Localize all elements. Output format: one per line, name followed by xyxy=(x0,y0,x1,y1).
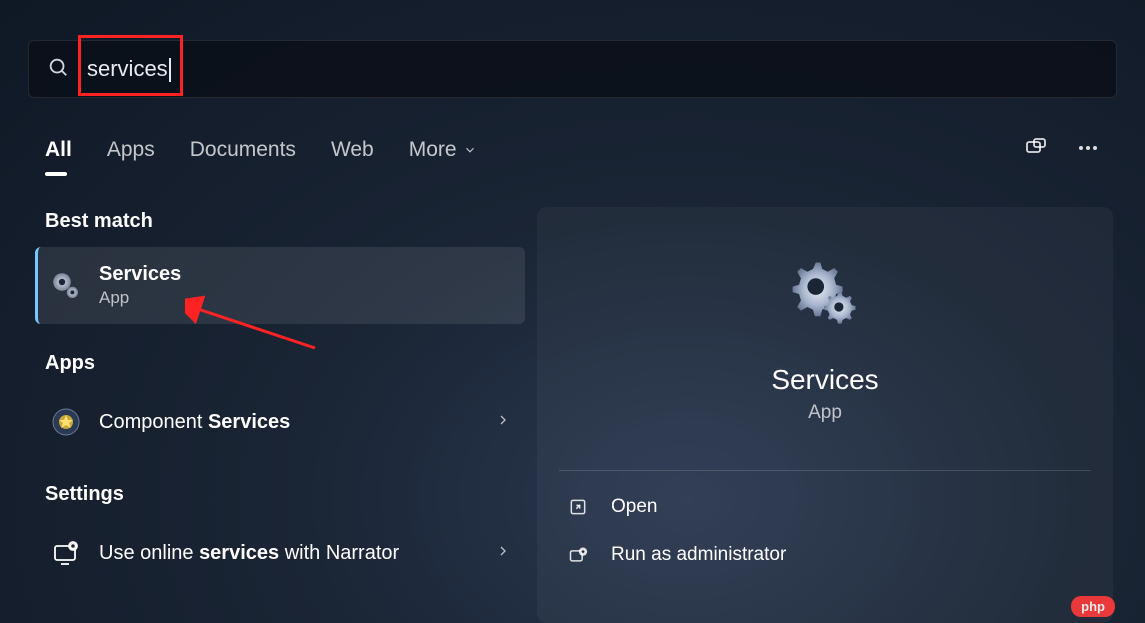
result-title: Use online services with Narrator xyxy=(99,542,495,565)
more-options-icon[interactable] xyxy=(1076,136,1100,165)
component-services-icon xyxy=(49,405,83,439)
action-label: Run as administrator xyxy=(611,544,786,566)
tab-more[interactable]: More xyxy=(409,130,477,170)
action-label: Open xyxy=(611,496,657,518)
action-run-as-admin[interactable]: Run as administrator xyxy=(559,531,1091,579)
preview-title: Services xyxy=(771,364,878,396)
gear-icon xyxy=(49,269,83,303)
divider xyxy=(559,470,1091,471)
tab-documents[interactable]: Documents xyxy=(190,130,296,170)
preview-panel: Services App Open Run as administrator xyxy=(537,207,1113,623)
monitor-online-icon xyxy=(49,536,83,570)
result-component-services[interactable]: Component Services xyxy=(35,389,525,455)
chevron-right-icon xyxy=(495,412,511,433)
search-bar[interactable]: services xyxy=(28,40,1117,98)
tab-web[interactable]: Web xyxy=(331,130,374,170)
section-best-match: Best match xyxy=(35,210,525,233)
chevron-right-icon xyxy=(495,543,511,564)
tab-all[interactable]: All xyxy=(45,130,72,170)
result-title: Services xyxy=(99,263,511,286)
gear-icon xyxy=(788,257,862,336)
search-input[interactable]: services xyxy=(87,56,171,82)
tab-apps[interactable]: Apps xyxy=(107,130,155,170)
result-narrator-services[interactable]: Use online services with Narrator xyxy=(35,520,525,586)
result-subtitle: App xyxy=(99,288,511,308)
section-settings: Settings xyxy=(35,483,525,506)
preview-subtitle: App xyxy=(808,402,842,424)
search-icon xyxy=(47,56,69,83)
result-title: Component Services xyxy=(99,411,495,434)
chat-icon[interactable] xyxy=(1024,136,1048,165)
action-open[interactable]: Open xyxy=(559,483,1091,531)
open-icon xyxy=(567,497,589,517)
watermark: php xyxy=(1071,596,1115,617)
result-services-app[interactable]: Services App xyxy=(35,247,525,324)
chevron-down-icon xyxy=(463,143,477,157)
search-results: Best match Services App Apps Component S… xyxy=(35,210,525,586)
filter-tabs: All Apps Documents Web More xyxy=(45,130,1100,170)
section-apps: Apps xyxy=(35,352,525,375)
shield-admin-icon xyxy=(567,545,589,565)
